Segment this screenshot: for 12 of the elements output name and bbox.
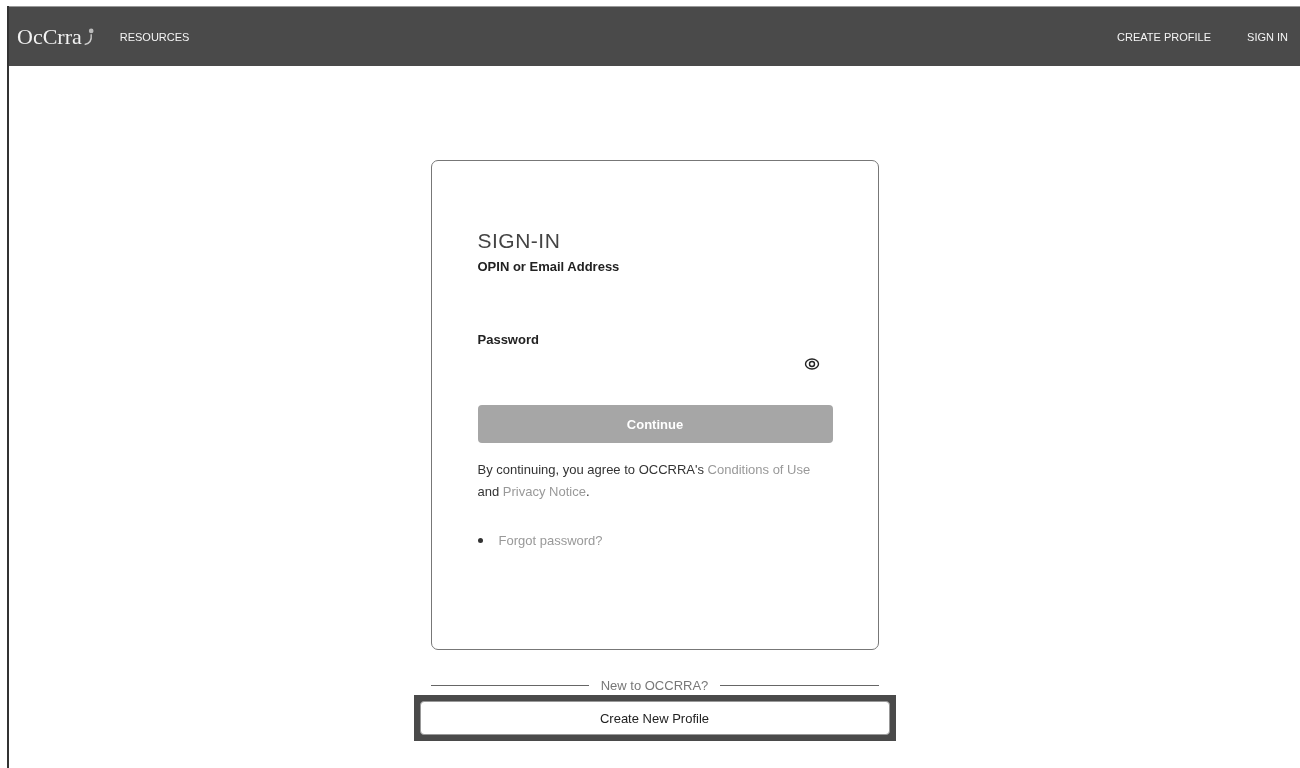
field-label: Password: [477, 332, 540, 347]
sign-in-title: SIGN-IN: [477, 229, 562, 253]
show-password-icon[interactable]: [803, 356, 820, 372]
logo[interactable]: OcCrra: [17, 23, 94, 50]
divider-text: New to OCCRRA?: [600, 678, 709, 693]
nav-link[interactable]: SIGN IN: [1247, 30, 1288, 43]
nav-link[interactable]: CREATE PROFILE: [1117, 30, 1212, 43]
agreement-text: By continuing, you agree to OCCRRA's Conditions of Use and Privacy Notice.: [477, 461, 812, 501]
nav-link[interactable]: RESOURCES: [119, 30, 190, 43]
field-label: OPIN or Email Address: [477, 259, 621, 274]
bullet-icon: [477, 538, 483, 543]
create-profile-button[interactable]: Create New Profile: [419, 701, 890, 735]
